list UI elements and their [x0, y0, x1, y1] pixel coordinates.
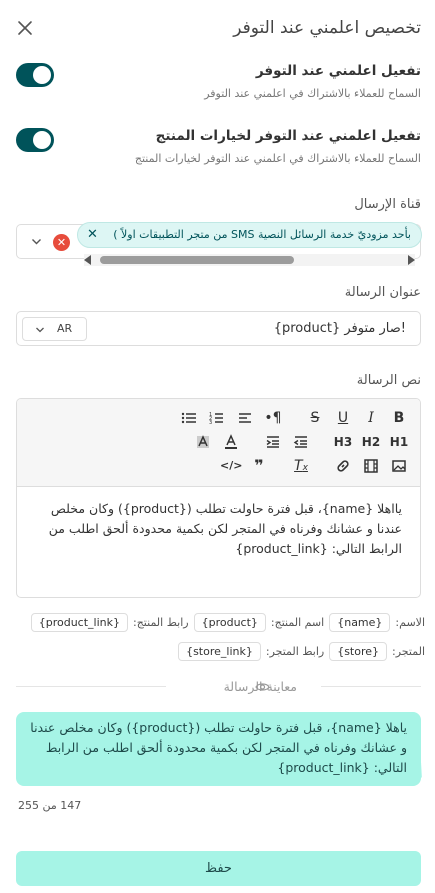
notify-me-toggle[interactable] — [16, 63, 54, 87]
toggle-knob — [33, 66, 51, 84]
variable-label: اسم المنتج: — [270, 616, 325, 629]
clear-format-icon[interactable]: Tx — [290, 455, 312, 477]
chip-remove-icon[interactable]: ✕ — [87, 227, 98, 242]
editor-toolbar: B I U S •¶ 123 H1 H2 H3 Tx ❞ </> — [17, 399, 420, 487]
subject-value: {product} صار متوفر! — [273, 321, 406, 336]
divider-line — [321, 686, 421, 687]
indent-icon[interactable] — [262, 431, 284, 453]
chevron-down-icon[interactable] — [31, 236, 42, 247]
image-icon[interactable] — [388, 455, 410, 477]
scroll-right-arrow-icon[interactable] — [408, 255, 415, 265]
align-icon[interactable] — [234, 407, 256, 429]
ordered-list-icon[interactable]: 123 — [206, 407, 228, 429]
close-icon[interactable] — [14, 17, 36, 39]
language-select[interactable]: AR — [22, 317, 87, 341]
variables-row: الاسم: {name} اسم المنتج: {product} رابط… — [30, 613, 425, 632]
bullet-list-icon[interactable] — [178, 407, 200, 429]
setting-title: تفعيل اعلمني عند التوفر — [255, 63, 421, 79]
scroll-left-arrow-icon[interactable] — [84, 255, 91, 265]
scrollbar-thumb[interactable] — [100, 256, 294, 264]
variable-label: الاسم: — [395, 616, 425, 629]
notify-me-options-toggle[interactable] — [16, 128, 54, 152]
setting-notify-me-options: تفعيل اعلمني عند التوفر لخيارات المنتج ا… — [14, 128, 421, 172]
bold-icon[interactable]: B — [388, 407, 410, 429]
variable-tag[interactable]: {product_link} — [30, 613, 128, 632]
setting-description: السماح للعملاء بالاشتراك في اعلمني عند ا… — [134, 152, 421, 165]
highlight-color-icon[interactable] — [192, 431, 214, 453]
heading-3-icon[interactable]: H3 — [332, 431, 354, 453]
character-counter: 147 من 255 — [18, 799, 82, 812]
setting-description: السماح للعملاء بالاشتراك في اعلمني عند ا… — [204, 87, 421, 100]
code-icon[interactable]: </> — [220, 455, 242, 477]
strikethrough-icon[interactable]: S — [304, 407, 326, 429]
clear-selection-icon[interactable]: ✕ — [53, 234, 70, 251]
variable-tag[interactable]: {product} — [193, 613, 266, 632]
variables-row: المتجر: {store} رابط المتجر: {store_link… — [178, 642, 425, 661]
subject-label: عنوان الرسالة — [344, 285, 421, 300]
svg-text:3: 3 — [209, 420, 212, 426]
chevron-down-icon — [36, 327, 44, 333]
preview-divider — [16, 686, 421, 687]
variable-label: المتجر: — [392, 645, 425, 658]
setting-title: تفعيل اعلمني عند التوفر لخيارات المنتج — [155, 128, 421, 144]
variable-tag[interactable]: {store_link} — [178, 642, 261, 661]
message-editor[interactable]: B I U S •¶ 123 H1 H2 H3 Tx ❞ </> يااهلا … — [16, 398, 421, 598]
heading-1-icon[interactable]: H1 — [388, 431, 410, 453]
paragraph-direction-icon[interactable]: •¶ — [262, 407, 284, 429]
channel-chip-text: بأحد مزوديّ خدمة الرسائل النصية SMS من م… — [113, 228, 411, 241]
outdent-icon[interactable] — [290, 431, 312, 453]
setting-notify-me: تفعيل اعلمني عند التوفر السماح للعملاء ب… — [14, 63, 421, 107]
variable-tag[interactable]: {store} — [329, 642, 388, 661]
link-icon[interactable] — [332, 455, 354, 477]
save-button[interactable]: حفظ — [16, 851, 421, 886]
variable-label: رابط المنتج: — [133, 616, 189, 629]
underline-icon[interactable]: U — [332, 407, 354, 429]
variable-tag[interactable]: {name} — [329, 613, 391, 632]
body-label: نص الرسالة — [356, 373, 421, 388]
subject-input[interactable]: {product} صار متوفر! AR — [16, 311, 421, 346]
variable-label: رابط المتجر: — [265, 645, 325, 658]
heading-2-icon[interactable]: H2 — [360, 431, 382, 453]
italic-icon[interactable]: I — [360, 407, 382, 429]
channel-chip: بأحد مزوديّ خدمة الرسائل النصية SMS من م… — [77, 222, 422, 248]
editor-content[interactable]: يااهلا {name}، قبل فترة حاولت تطلب ({pro… — [33, 499, 402, 559]
drawer-header: تخصيص اعلمني عند التوفر — [0, 0, 435, 58]
drawer-title: تخصيص اعلمني عند التوفر — [233, 18, 421, 38]
chip-scrollbar[interactable] — [84, 254, 415, 266]
video-icon[interactable] — [360, 455, 382, 477]
quote-icon[interactable]: ❞ — [248, 455, 270, 477]
channel-label: قناة الإرسال — [354, 197, 421, 212]
toggle-knob — [33, 131, 51, 149]
text-color-icon[interactable] — [220, 431, 242, 453]
preview-bubble: ياهلا {name}، قبل فترة حاولت تطلب ({prod… — [16, 712, 421, 786]
eye-icon — [255, 683, 270, 691]
language-value: AR — [57, 322, 73, 335]
divider-line — [16, 686, 166, 687]
